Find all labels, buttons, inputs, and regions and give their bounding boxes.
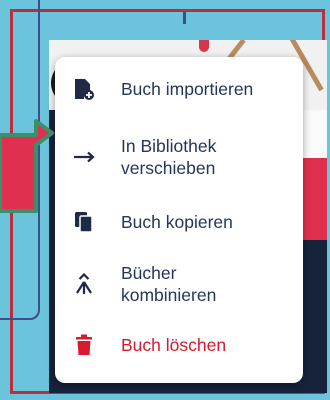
menu-item-label: Buch kopieren	[121, 212, 233, 232]
menu-item-copy-book[interactable]: Buch kopieren	[55, 202, 303, 242]
merge-icon	[71, 271, 97, 297]
book-add-icon	[71, 76, 97, 102]
menu-item-move-to-library[interactable]: In Bibliothek verschieben	[55, 131, 303, 183]
connector-line	[183, 12, 186, 24]
highlight-frame: Buch importieren In Bibliothek verschieb…	[10, 9, 327, 394]
menu-item-label: Bücher kombinieren	[121, 263, 217, 305]
context-menu: Buch importieren In Bibliothek verschieb…	[55, 57, 303, 383]
menu-item-label: Buch löschen	[121, 335, 227, 355]
menu-item-label: In Bibliothek verschieben	[121, 136, 217, 178]
background-decoration	[199, 40, 209, 52]
arrow-right-icon	[71, 144, 97, 170]
menu-item-combine-books[interactable]: Bücher kombinieren	[55, 257, 303, 311]
menu-item-import-book[interactable]: Buch importieren	[55, 69, 303, 109]
copy-icon	[71, 209, 97, 235]
trash-icon	[71, 332, 97, 358]
menu-item-delete-book[interactable]: Buch löschen	[55, 325, 303, 365]
menu-item-label: Buch importieren	[121, 79, 254, 99]
pointer-arrow-icon	[0, 115, 55, 225]
